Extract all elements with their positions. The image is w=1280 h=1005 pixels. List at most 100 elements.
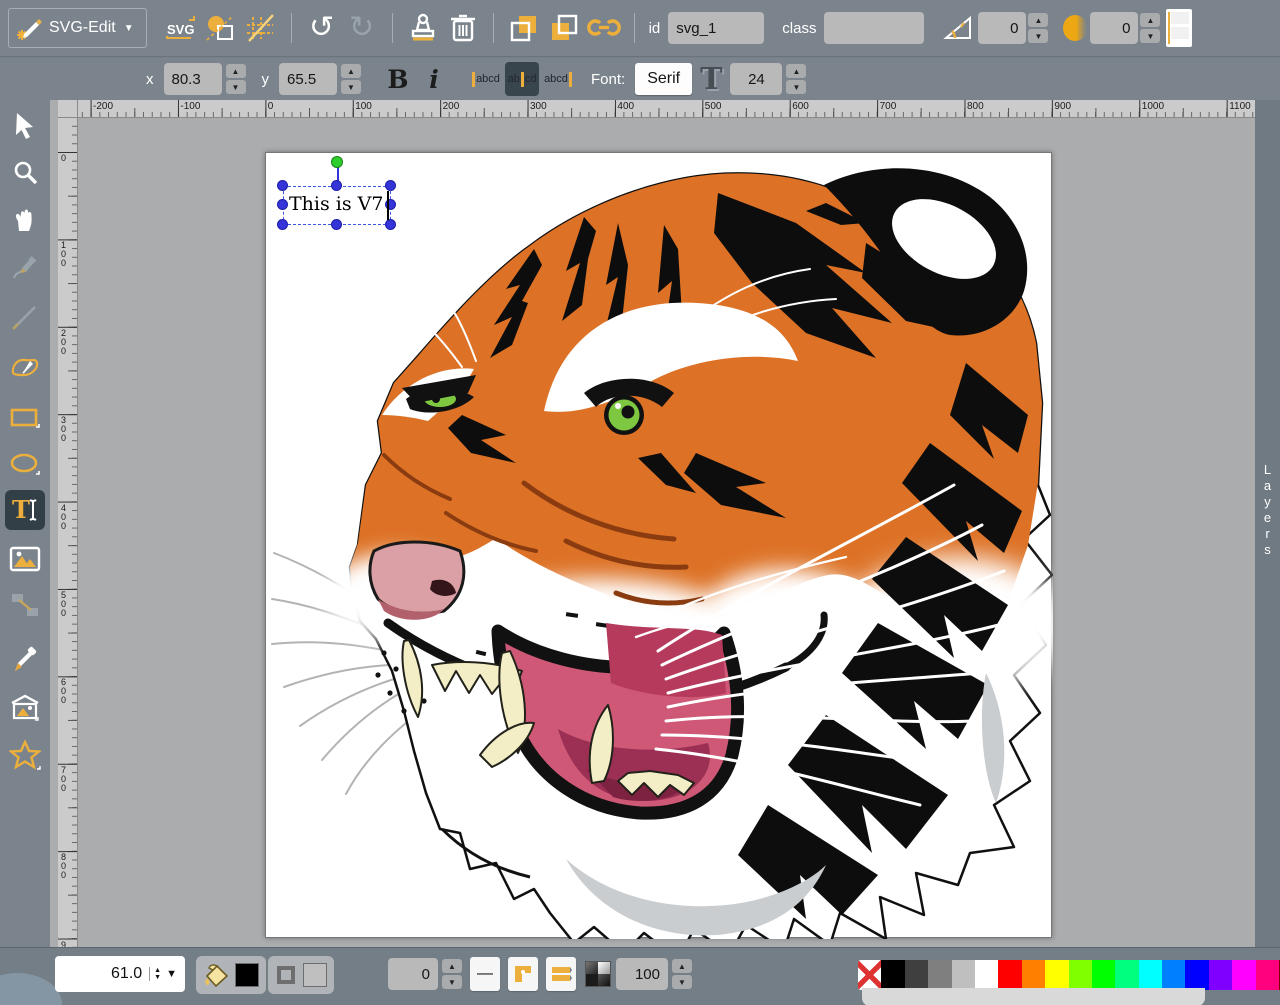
- main-menu-button[interactable]: SVG-Edit ▼: [8, 8, 147, 48]
- stroke-width-input[interactable]: [388, 958, 438, 990]
- stroke-width-spinner[interactable]: ▲▼: [442, 958, 462, 990]
- svg-canvas[interactable]: This is V7: [265, 152, 1052, 938]
- y-spinner[interactable]: ▲▼: [341, 63, 361, 95]
- palette-swatch-3f3f3f[interactable]: [905, 960, 928, 990]
- palette-swatch-bfbfbf[interactable]: [952, 960, 975, 990]
- selection-handle-w[interactable]: [277, 199, 288, 210]
- app-title: SVG-Edit: [49, 19, 116, 37]
- tool-ellipse[interactable]: [5, 445, 45, 485]
- element-class-input[interactable]: [824, 12, 924, 44]
- tool-path[interactable]: [5, 346, 45, 386]
- selection-handle-sw[interactable]: [277, 219, 288, 230]
- tool-pan[interactable]: [5, 200, 45, 240]
- text-tool-icon: T: [10, 496, 40, 524]
- selection-handle-nw[interactable]: [277, 180, 288, 191]
- svg-text:T: T: [12, 496, 30, 524]
- redo-icon: ↻: [349, 13, 374, 43]
- font-size-icon: T: [700, 62, 722, 97]
- panel-list-button[interactable]: [1166, 9, 1192, 47]
- palette-swatch-007fff[interactable]: [1162, 960, 1185, 990]
- palette-swatch-ff00ff[interactable]: [1232, 960, 1255, 990]
- palette-swatch-00ff00[interactable]: [1092, 960, 1115, 990]
- opacity-icon: [585, 961, 611, 987]
- font-size-spinner[interactable]: ▲▼: [786, 63, 806, 95]
- make-link-icon[interactable]: [584, 8, 624, 48]
- stroke-dash-button[interactable]: —: [470, 957, 500, 991]
- palette-tray: [862, 988, 1205, 1005]
- zoom-dropdown-caret-icon[interactable]: ▼: [166, 968, 177, 980]
- italic-button[interactable]: i: [417, 65, 451, 94]
- fill-color-swatch[interactable]: [235, 963, 259, 987]
- shape-library-icon: [10, 694, 40, 722]
- text-anchor-start-button[interactable]: abcd: [469, 62, 503, 96]
- palette-swatch-00ffff[interactable]: [1139, 960, 1162, 990]
- blur-input[interactable]: [1090, 12, 1138, 44]
- move-to-bottom-icon[interactable]: [504, 8, 544, 48]
- bold-button[interactable]: B: [381, 65, 415, 94]
- stroke-linecap-button[interactable]: [546, 957, 576, 991]
- palette-swatch-7f00ff[interactable]: [1209, 960, 1232, 990]
- y-coordinate-input[interactable]: [279, 63, 337, 95]
- rotate-grip[interactable]: [331, 156, 343, 168]
- palette-swatch-ff7f00[interactable]: [1022, 960, 1045, 990]
- palette-swatch-ffff00[interactable]: [1045, 960, 1068, 990]
- stroke-linejoin-button[interactable]: [508, 957, 538, 991]
- rotation-angle-input[interactable]: [978, 12, 1026, 44]
- selection-handle-ne[interactable]: [385, 180, 396, 191]
- undo-icon: ↺: [309, 13, 334, 43]
- path-pen-icon: [10, 351, 40, 381]
- clone-tool-icon[interactable]: [403, 8, 443, 48]
- stroke-color-control[interactable]: [268, 956, 334, 994]
- x-coordinate-input[interactable]: [164, 63, 222, 95]
- toolbar-separator: [493, 13, 494, 43]
- zoom-level-control[interactable]: ▲▼ ▼: [55, 956, 185, 992]
- tool-line[interactable]: [5, 297, 45, 337]
- angle-spinner[interactable]: ▲▼: [1028, 12, 1048, 44]
- palette-swatch-ff0000[interactable]: [998, 960, 1021, 990]
- fill-color-control[interactable]: [196, 956, 266, 994]
- tool-image[interactable]: [5, 539, 45, 579]
- tool-zoom[interactable]: [5, 152, 45, 192]
- layers-panel-toggle[interactable]: Layers: [1255, 100, 1280, 947]
- text-anchor-middle-button[interactable]: ab cd: [505, 62, 539, 96]
- blur-spinner[interactable]: ▲▼: [1140, 12, 1160, 44]
- palette-swatch-00ff7f[interactable]: [1115, 960, 1138, 990]
- tool-star[interactable]: [5, 735, 45, 775]
- image-properties-icon[interactable]: [201, 8, 241, 48]
- opacity-spinner[interactable]: ▲▼: [672, 958, 692, 990]
- undo-button[interactable]: ↺: [302, 8, 342, 48]
- magnifier-icon: [12, 159, 38, 185]
- palette-swatch-ff007f[interactable]: [1256, 960, 1279, 990]
- move-to-top-icon[interactable]: [544, 8, 584, 48]
- source-editor-icon[interactable]: SVG: [161, 8, 201, 48]
- tool-connector[interactable]: [5, 585, 45, 625]
- palette-swatch-7fff00[interactable]: [1069, 960, 1092, 990]
- font-family-button[interactable]: Serif: [635, 63, 692, 95]
- tool-pencil[interactable]: [5, 248, 45, 288]
- selection-handle-n[interactable]: [331, 180, 342, 191]
- delete-button[interactable]: [443, 8, 483, 48]
- tool-text[interactable]: T: [5, 490, 45, 530]
- palette-swatch-0000ff[interactable]: [1185, 960, 1208, 990]
- tool-eyedropper[interactable]: [5, 640, 45, 680]
- redo-button[interactable]: ↻: [342, 8, 382, 48]
- text-anchor-end-button[interactable]: abcd: [541, 62, 575, 96]
- palette-swatch-7f7f7f[interactable]: [928, 960, 951, 990]
- opacity-input[interactable]: [616, 958, 668, 990]
- palette-swatch-000000[interactable]: [881, 960, 904, 990]
- element-id-input[interactable]: [668, 12, 764, 44]
- tool-rect[interactable]: [5, 398, 45, 438]
- palette-swatch-ffffff[interactable]: [975, 960, 998, 990]
- stroke-color-swatch[interactable]: [303, 963, 327, 987]
- palette-swatch-none[interactable]: [858, 960, 881, 990]
- font-size-input[interactable]: [730, 63, 782, 95]
- selection-handle-se[interactable]: [385, 219, 396, 230]
- tool-select[interactable]: [5, 106, 45, 146]
- zoom-level-input[interactable]: [84, 964, 144, 984]
- selection-handle-s[interactable]: [331, 219, 342, 230]
- tool-shape-library[interactable]: [5, 688, 45, 728]
- anchor-end-bar-icon: [569, 72, 572, 87]
- editor-preferences-icon[interactable]: [241, 8, 281, 48]
- zoom-spinner[interactable]: ▲▼: [149, 967, 161, 981]
- x-spinner[interactable]: ▲▼: [226, 63, 246, 95]
